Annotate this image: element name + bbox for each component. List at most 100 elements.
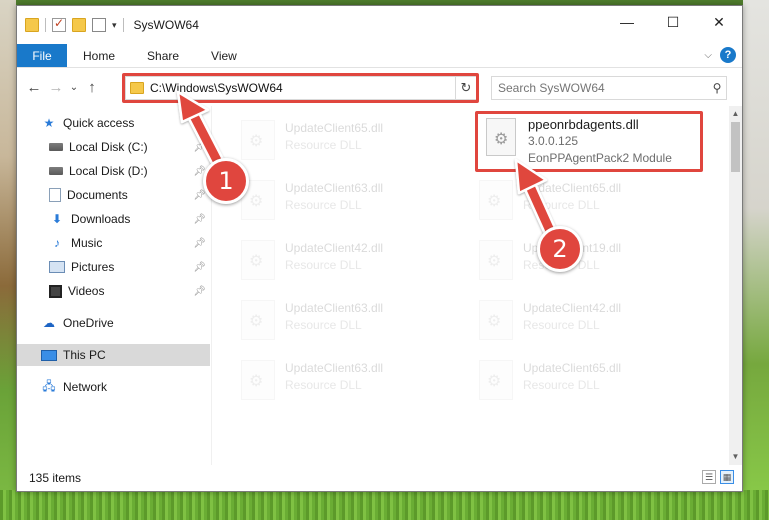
- desktop-background-right: [743, 0, 769, 520]
- expand-ribbon-chevron-icon[interactable]: ⌵: [704, 50, 712, 61]
- desktop-background-left: [0, 0, 16, 520]
- dll-file-icon: [479, 300, 513, 340]
- file-explorer-window: ▾ SysWOW64 — ☐ ✕ File Home Share View ⌵ …: [16, 5, 743, 492]
- status-bar: 135 items ☰ ▦: [17, 465, 742, 491]
- pin-icon[interactable]: 📌︎: [193, 238, 206, 249]
- sidebar-item-onedrive[interactable]: ☁ OneDrive: [17, 312, 210, 334]
- sidebar-item-videos[interactable]: Videos 📌︎: [17, 280, 210, 302]
- search-input[interactable]: [498, 81, 708, 95]
- step-badge-1: 1: [203, 158, 249, 204]
- pin-icon[interactable]: 📌︎: [193, 286, 206, 297]
- new-folder-icon[interactable]: [72, 18, 86, 32]
- help-icon[interactable]: ?: [720, 47, 736, 63]
- ribbon-right-controls: ⌵ ?: [704, 47, 736, 63]
- this-pc-icon: [41, 349, 57, 361]
- pin-icon[interactable]: 📌︎: [193, 262, 206, 273]
- sidebar-item-label: Local Disk (C:): [69, 140, 148, 154]
- drive-icon: [49, 167, 63, 175]
- window-title: SysWOW64: [133, 18, 199, 32]
- dll-file-icon: [479, 360, 513, 400]
- file-item[interactable]: UpdateClient65.dll Resource DLL: [451, 354, 681, 404]
- maximize-button[interactable]: ☐: [650, 6, 696, 38]
- tiles-view-icon[interactable]: ▦: [720, 470, 734, 484]
- sidebar-item-music[interactable]: ♪ Music 📌︎: [17, 232, 210, 254]
- file-type: Resource DLL: [285, 378, 362, 392]
- navigation-bar: ← → ⌄ ↑ C:\Windows\SysWOW64 ⌄ ↻ ⚲: [17, 68, 742, 106]
- file-name: UpdateClient63.dll: [285, 301, 384, 315]
- file-name: UpdateClient63.dll: [285, 181, 384, 195]
- navigation-pane: ★ Quick access Local Disk (C:) 📌︎ Local …: [17, 106, 212, 465]
- address-bar[interactable]: C:\Windows\SysWOW64 ⌄: [125, 76, 475, 100]
- folder-icon: [130, 82, 144, 94]
- pin-icon[interactable]: 📌︎: [193, 190, 206, 201]
- dll-file-icon: [241, 120, 275, 160]
- videos-icon: [49, 284, 62, 298]
- sidebar-item-local-disk-c[interactable]: Local Disk (C:) 📌︎: [17, 136, 210, 158]
- network-icon: 🖧︎: [42, 378, 56, 393]
- tab-home[interactable]: Home: [67, 44, 131, 67]
- file-name: UpdateClient65.dll: [523, 181, 622, 195]
- file-name: UpdateClient42.dll: [285, 241, 384, 255]
- sidebar-item-documents[interactable]: Documents 📌︎: [17, 184, 210, 206]
- file-type: Resource DLL: [285, 198, 362, 212]
- pin-icon[interactable]: 📌︎: [193, 142, 206, 153]
- sidebar-item-label: Downloads: [71, 212, 131, 226]
- file-item[interactable]: UpdateClient65.dll Resource DLL: [451, 174, 681, 224]
- sidebar-item-label: Documents: [67, 188, 128, 202]
- pin-icon[interactable]: 📌︎: [193, 214, 206, 225]
- toolbar-divider: [122, 18, 124, 32]
- search-icon[interactable]: ⚲: [708, 81, 726, 95]
- file-description: EonPPAgentPack2 Module: [528, 151, 672, 165]
- file-type: Resource DLL: [523, 318, 600, 332]
- file-type: Resource DLL: [523, 378, 600, 392]
- file-item[interactable]: UpdateClient63.dll Resource DLL: [213, 294, 443, 344]
- quick-access-toolbar: ▾: [25, 16, 124, 32]
- tab-view[interactable]: View: [195, 44, 253, 67]
- tab-share[interactable]: Share: [131, 44, 195, 67]
- search-box[interactable]: ⚲: [491, 76, 727, 100]
- scroll-down-icon[interactable]: ▼: [729, 449, 742, 465]
- toolbar-divider: [45, 18, 46, 32]
- file-item[interactable]: UpdateClient65.dll Resource DLL: [213, 114, 443, 164]
- step-badge-2: 2: [537, 226, 583, 272]
- up-arrow-icon[interactable]: ↑: [81, 79, 103, 96]
- sidebar-item-this-pc[interactable]: This PC: [17, 344, 210, 366]
- documents-icon: [49, 188, 61, 202]
- vertical-scrollbar[interactable]: ▲ ▼: [729, 106, 742, 465]
- sidebar-item-quick-access[interactable]: ★ Quick access: [17, 112, 210, 134]
- sidebar-item-downloads[interactable]: ⬇ Downloads 📌︎: [17, 208, 210, 230]
- file-name: ppeonrbdagents.dll: [528, 117, 639, 132]
- close-button[interactable]: ✕: [696, 6, 742, 38]
- refresh-icon[interactable]: ↻: [455, 76, 477, 100]
- pictures-icon: [49, 261, 65, 273]
- sidebar-item-local-disk-d[interactable]: Local Disk (D:) 📌︎: [17, 160, 210, 182]
- minimize-button[interactable]: —: [604, 6, 650, 38]
- dll-file-icon: [486, 118, 516, 156]
- file-type: Resource DLL: [285, 138, 362, 152]
- address-path[interactable]: C:\Windows\SysWOW64: [150, 81, 458, 95]
- customize-toolbar-dropdown-icon[interactable]: ▾: [112, 20, 117, 31]
- back-arrow-icon[interactable]: ←: [23, 79, 45, 96]
- file-item[interactable]: UpdateClient42.dll Resource DLL: [213, 234, 443, 284]
- file-item[interactable]: UpdateClient42.dll Resource DLL: [451, 294, 681, 344]
- sidebar-item-label: Local Disk (D:): [69, 164, 148, 178]
- selected-file-item[interactable]: ppeonrbdagents.dll 3.0.0.125 EonPPAgentP…: [478, 114, 708, 170]
- sidebar-item-label: Quick access: [63, 116, 135, 130]
- sidebar-item-pictures[interactable]: Pictures 📌︎: [17, 256, 210, 278]
- properties-check-icon[interactable]: [52, 16, 66, 32]
- file-list: UpdateClient65.dll Resource DLL UpdateCli…: [213, 106, 729, 465]
- scrollbar-thumb[interactable]: [731, 122, 740, 172]
- scroll-up-icon[interactable]: ▲: [729, 106, 742, 122]
- sidebar-item-network[interactable]: 🖧︎ Network: [17, 376, 210, 398]
- forward-arrow-icon[interactable]: →: [45, 79, 67, 96]
- file-type: Resource DLL: [523, 198, 600, 212]
- window-controls: — ☐ ✕: [604, 6, 742, 38]
- recent-locations-dropdown-icon[interactable]: ⌄: [67, 82, 81, 93]
- sidebar-item-label: Network: [63, 380, 108, 394]
- tab-file[interactable]: File: [17, 44, 67, 67]
- file-item[interactable]: UpdateClient63.dll Resource DLL: [213, 354, 443, 404]
- sidebar-item-label: Music: [71, 236, 103, 250]
- file-name: UpdateClient63.dll: [285, 361, 384, 375]
- details-view-icon[interactable]: ☰: [702, 470, 716, 484]
- properties-icon[interactable]: [92, 18, 106, 32]
